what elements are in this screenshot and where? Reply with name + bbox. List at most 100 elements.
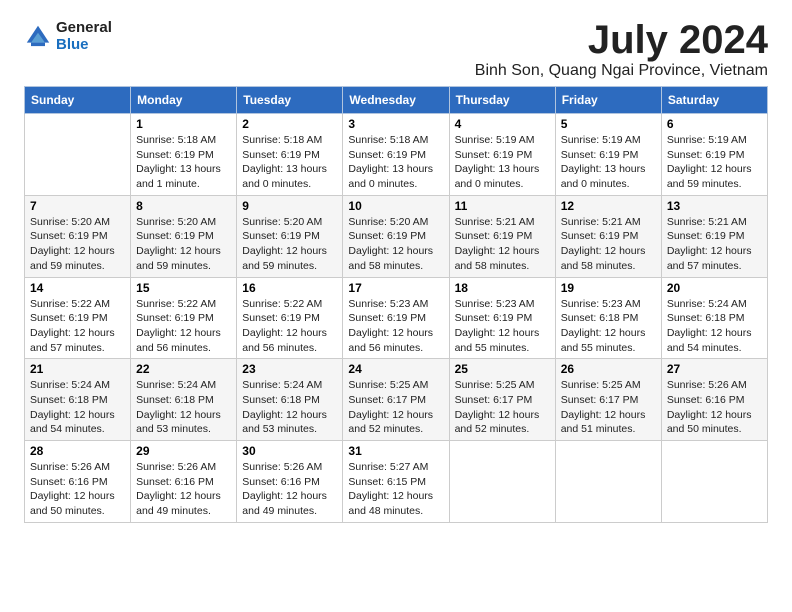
day-info: Sunrise: 5:22 AMSunset: 6:19 PMDaylight:… — [30, 297, 125, 356]
weekday-header: Thursday — [449, 87, 555, 114]
weekday-header-row: SundayMondayTuesdayWednesdayThursdayFrid… — [25, 87, 768, 114]
day-info: Sunrise: 5:20 AMSunset: 6:19 PMDaylight:… — [136, 215, 231, 274]
calendar-day-cell: 3 Sunrise: 5:18 AMSunset: 6:19 PMDaylight… — [343, 114, 449, 196]
day-info: Sunrise: 5:26 AMSunset: 6:16 PMDaylight:… — [667, 378, 762, 437]
calendar-day-cell: 9Sunrise: 5:20 AMSunset: 6:19 PMDaylight… — [237, 195, 343, 277]
calendar-day-cell: 12 Sunrise: 5:21 AMSunset: 6:19 PMDayligh… — [555, 195, 661, 277]
day-info: Sunrise: 5:23 AMSunset: 6:18 PMDaylight:… — [561, 297, 656, 356]
calendar-day-cell — [555, 441, 661, 523]
day-info: Sunrise: 5:25 AMSunset: 6:17 PMDaylight:… — [455, 378, 550, 437]
day-info: Sunrise: 5:18 AMSunset: 6:19 PMDaylight:… — [136, 133, 231, 192]
day-number: 18 — [455, 281, 550, 295]
day-info: Sunrise: 5:19 AMSunset: 6:19 PMDaylight:… — [667, 133, 762, 192]
day-number: 14 — [30, 281, 125, 295]
calendar-day-cell — [25, 114, 131, 196]
logo-icon — [24, 23, 52, 51]
day-info: Sunrise: 5:19 AMSunset: 6:19 PMDaylight:… — [455, 133, 550, 192]
day-number: 22 — [136, 362, 231, 376]
calendar-week-row: 28 Sunrise: 5:26 AMSunset: 6:16 PMDayligh… — [25, 441, 768, 523]
day-info: Sunrise: 5:19 AMSunset: 6:19 PMDaylight:… — [561, 133, 656, 192]
day-info: Sunrise: 5:18 AMSunset: 6:19 PMDaylight:… — [348, 133, 443, 192]
day-info: Sunrise: 5:23 AMSunset: 6:19 PMDaylight:… — [455, 297, 550, 356]
calendar-day-cell: 18 Sunrise: 5:23 AMSunset: 6:19 PMDayligh… — [449, 277, 555, 359]
calendar-day-cell: 26Sunrise: 5:25 AMSunset: 6:17 PMDayligh… — [555, 359, 661, 441]
day-info: Sunrise: 5:25 AMSunset: 6:17 PMDaylight:… — [348, 378, 443, 437]
day-number: 20 — [667, 281, 762, 295]
day-number: 24 — [348, 362, 443, 376]
calendar-day-cell: 23 Sunrise: 5:24 AMSunset: 6:18 PMDayligh… — [237, 359, 343, 441]
day-number: 8 — [136, 199, 231, 213]
calendar-day-cell: 6Sunrise: 5:19 AMSunset: 6:19 PMDaylight… — [661, 114, 767, 196]
day-number: 16 — [242, 281, 337, 295]
day-number: 9 — [242, 199, 337, 213]
page-header: General Blue July 2024 Binh Son, Quang N… — [24, 20, 768, 80]
day-info: Sunrise: 5:26 AMSunset: 6:16 PMDaylight:… — [136, 460, 231, 519]
day-info: Sunrise: 5:24 AMSunset: 6:18 PMDaylight:… — [667, 297, 762, 356]
day-number: 25 — [455, 362, 550, 376]
logo-line1: General — [56, 20, 112, 37]
calendar-day-cell: 19 Sunrise: 5:23 AMSunset: 6:18 PMDayligh… — [555, 277, 661, 359]
calendar-day-cell: 17 Sunrise: 5:23 AMSunset: 6:19 PMDayligh… — [343, 277, 449, 359]
day-number: 21 — [30, 362, 125, 376]
day-number: 15 — [136, 281, 231, 295]
calendar-day-cell: 11Sunrise: 5:21 AMSunset: 6:19 PMDayligh… — [449, 195, 555, 277]
day-number: 26 — [561, 362, 656, 376]
day-info: Sunrise: 5:22 AMSunset: 6:19 PMDaylight:… — [242, 297, 337, 356]
weekday-header: Sunday — [25, 87, 131, 114]
day-number: 27 — [667, 362, 762, 376]
weekday-header: Monday — [131, 87, 237, 114]
calendar-day-cell: 27 Sunrise: 5:26 AMSunset: 6:16 PMDayligh… — [661, 359, 767, 441]
calendar-day-cell: 29 Sunrise: 5:26 AMSunset: 6:16 PMDayligh… — [131, 441, 237, 523]
day-info: Sunrise: 5:24 AMSunset: 6:18 PMDaylight:… — [30, 378, 125, 437]
logo-text: General Blue — [56, 20, 112, 53]
day-info: Sunrise: 5:24 AMSunset: 6:18 PMDaylight:… — [242, 378, 337, 437]
calendar-day-cell: 7Sunrise: 5:20 AMSunset: 6:19 PMDaylight… — [25, 195, 131, 277]
day-info: Sunrise: 5:22 AMSunset: 6:19 PMDaylight:… — [136, 297, 231, 356]
day-info: Sunrise: 5:26 AMSunset: 6:16 PMDaylight:… — [30, 460, 125, 519]
weekday-header: Tuesday — [237, 87, 343, 114]
day-number: 31 — [348, 444, 443, 458]
calendar-day-cell: 24 Sunrise: 5:25 AMSunset: 6:17 PMDayligh… — [343, 359, 449, 441]
day-number: 28 — [30, 444, 125, 458]
day-number: 1 — [136, 117, 231, 131]
day-number: 30 — [242, 444, 337, 458]
calendar-day-cell: 21 Sunrise: 5:24 AMSunset: 6:18 PMDayligh… — [25, 359, 131, 441]
day-number: 12 — [561, 199, 656, 213]
day-info: Sunrise: 5:20 AMSunset: 6:19 PMDaylight:… — [348, 215, 443, 274]
calendar-day-cell: 8 Sunrise: 5:20 AMSunset: 6:19 PMDaylight… — [131, 195, 237, 277]
month-title: July 2024 — [475, 20, 768, 60]
day-info: Sunrise: 5:18 AMSunset: 6:19 PMDaylight:… — [242, 133, 337, 192]
calendar-day-cell — [449, 441, 555, 523]
weekday-header: Wednesday — [343, 87, 449, 114]
calendar-day-cell: 13Sunrise: 5:21 AMSunset: 6:19 PMDayligh… — [661, 195, 767, 277]
calendar-day-cell: 16 Sunrise: 5:22 AMSunset: 6:19 PMDayligh… — [237, 277, 343, 359]
calendar-day-cell: 15 Sunrise: 5:22 AMSunset: 6:19 PMDayligh… — [131, 277, 237, 359]
day-info: Sunrise: 5:23 AMSunset: 6:19 PMDaylight:… — [348, 297, 443, 356]
weekday-header: Friday — [555, 87, 661, 114]
day-number: 10 — [348, 199, 443, 213]
location-title: Binh Son, Quang Ngai Province, Vietnam — [475, 62, 768, 80]
day-info: Sunrise: 5:27 AMSunset: 6:15 PMDaylight:… — [348, 460, 443, 519]
calendar-day-cell: 31 Sunrise: 5:27 AMSunset: 6:15 PMDayligh… — [343, 441, 449, 523]
day-info: Sunrise: 5:26 AMSunset: 6:16 PMDaylight:… — [242, 460, 337, 519]
day-number: 4 — [455, 117, 550, 131]
day-number: 17 — [348, 281, 443, 295]
day-info: Sunrise: 5:21 AMSunset: 6:19 PMDaylight:… — [667, 215, 762, 274]
day-info: Sunrise: 5:21 AMSunset: 6:19 PMDaylight:… — [561, 215, 656, 274]
day-number: 19 — [561, 281, 656, 295]
day-number: 3 — [348, 117, 443, 131]
day-number: 29 — [136, 444, 231, 458]
calendar-day-cell: 22 Sunrise: 5:24 AMSunset: 6:18 PMDayligh… — [131, 359, 237, 441]
calendar-day-cell: 28 Sunrise: 5:26 AMSunset: 6:16 PMDayligh… — [25, 441, 131, 523]
calendar-day-cell: 4 Sunrise: 5:19 AMSunset: 6:19 PMDaylight… — [449, 114, 555, 196]
calendar-day-cell: 25 Sunrise: 5:25 AMSunset: 6:17 PMDayligh… — [449, 359, 555, 441]
day-number: 23 — [242, 362, 337, 376]
day-number: 5 — [561, 117, 656, 131]
calendar-table: SundayMondayTuesdayWednesdayThursdayFrid… — [24, 86, 768, 523]
day-number: 7 — [30, 199, 125, 213]
day-info: Sunrise: 5:24 AMSunset: 6:18 PMDaylight:… — [136, 378, 231, 437]
day-number: 11 — [455, 199, 550, 213]
calendar-day-cell: 1 Sunrise: 5:18 AMSunset: 6:19 PMDaylight… — [131, 114, 237, 196]
logo: General Blue — [24, 20, 112, 53]
calendar-week-row: 7 Sunrise: 5:20 AMSunset: 6:19 PMDaylight… — [25, 195, 768, 277]
